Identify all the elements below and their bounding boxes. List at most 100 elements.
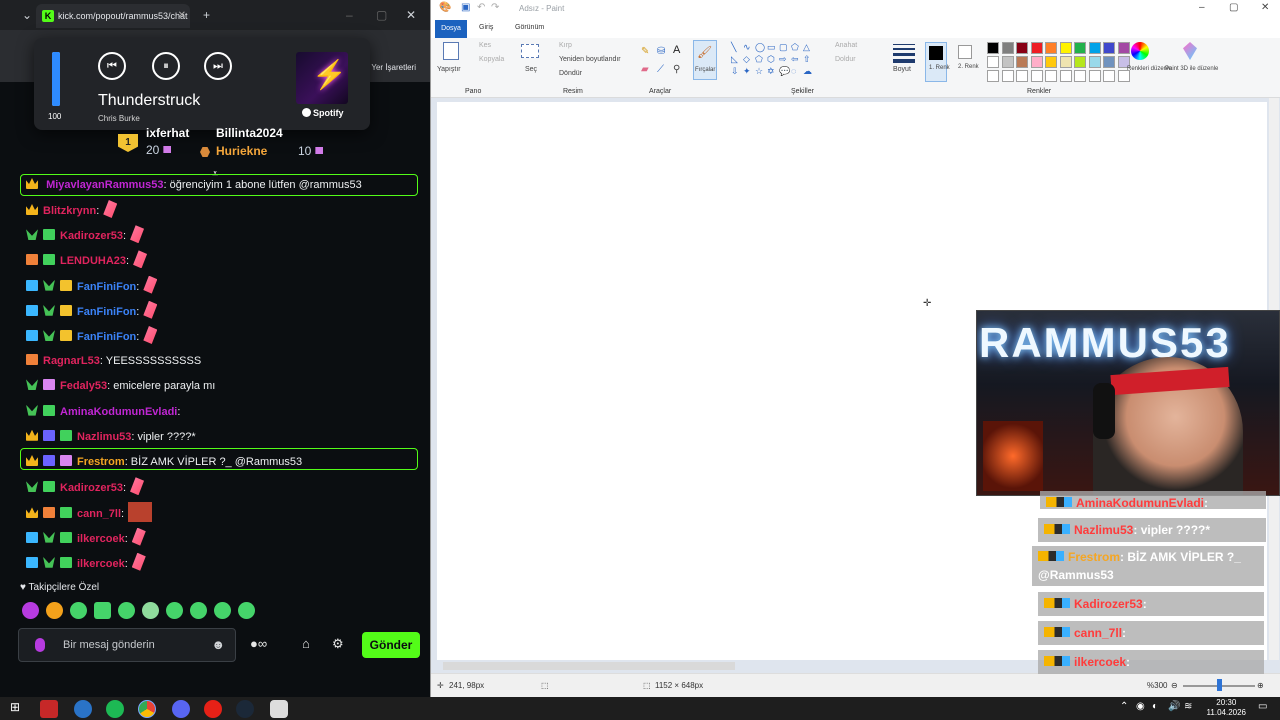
paste-icon[interactable] bbox=[443, 42, 459, 60]
maximize-icon[interactable]: ▢ bbox=[1229, 2, 1238, 13]
brushes-button[interactable]: 🖌 Fırçalar bbox=[693, 40, 717, 80]
arrow-left-shape-icon[interactable]: ⇦ bbox=[791, 54, 799, 65]
cut-button[interactable]: Kes bbox=[479, 42, 491, 49]
volume-slider[interactable] bbox=[52, 52, 60, 106]
palette-empty-slot[interactable] bbox=[1103, 70, 1115, 82]
chat-username[interactable]: cann_7ll bbox=[77, 508, 121, 520]
zoom-out-button[interactable]: ⊖ bbox=[1171, 681, 1178, 690]
bookmarks-label[interactable]: Yer İşaretleri bbox=[371, 63, 416, 72]
users-icon[interactable]: ●∞ bbox=[250, 636, 267, 651]
star6-shape-icon[interactable]: ✡ bbox=[767, 66, 775, 77]
oval-shape-icon[interactable]: ◯ bbox=[755, 42, 765, 53]
palette-color[interactable] bbox=[1001, 42, 1014, 54]
windows-start-icon[interactable]: ⊞ bbox=[10, 700, 20, 714]
close-icon[interactable]: ✕ bbox=[178, 4, 186, 28]
emote-icon[interactable] bbox=[238, 602, 255, 619]
store-icon[interactable]: ⌂ bbox=[302, 636, 310, 651]
pause-button[interactable]: ⏸ bbox=[152, 52, 180, 80]
emote-icon[interactable] bbox=[70, 602, 87, 619]
tab-file[interactable]: Dosya bbox=[435, 20, 467, 38]
resize-button[interactable]: Yeniden boyutlandır bbox=[559, 56, 621, 63]
palette-color[interactable] bbox=[1045, 56, 1057, 68]
redo-icon[interactable]: ↷ bbox=[491, 2, 499, 13]
new-tab-button[interactable]: + bbox=[203, 0, 210, 30]
triangle-shape-icon[interactable]: △ bbox=[803, 42, 810, 53]
chat-username[interactable]: FanFiniFon bbox=[77, 306, 136, 318]
star4-shape-icon[interactable]: ✦ bbox=[743, 66, 751, 77]
chat-username[interactable]: RagnarL53 bbox=[43, 355, 100, 367]
tab-kick-chat[interactable]: K kick.com/popout/rammus53/chat ✕ bbox=[36, 4, 190, 28]
palette-color[interactable] bbox=[1074, 56, 1086, 68]
maximize-icon[interactable]: ▢ bbox=[376, 0, 387, 30]
network-icon[interactable]: ◉ bbox=[1136, 701, 1145, 712]
star5-shape-icon[interactable]: ☆ bbox=[755, 66, 763, 77]
size-icon[interactable] bbox=[893, 44, 915, 64]
save-icon[interactable]: ▣ bbox=[461, 2, 470, 13]
palette-color[interactable] bbox=[1117, 42, 1130, 54]
crop-button[interactable]: Kırp bbox=[559, 42, 572, 49]
tab-view[interactable]: Görünüm bbox=[515, 24, 544, 31]
eraser-icon[interactable]: ▰ bbox=[641, 64, 649, 75]
close-window-icon[interactable]: ✕ bbox=[406, 0, 416, 30]
right-triangle-shape-icon[interactable]: ◺ bbox=[731, 54, 738, 65]
emote-icon[interactable] bbox=[94, 602, 111, 619]
palette-color[interactable] bbox=[1030, 56, 1043, 68]
color1-button[interactable]: 1. Renk bbox=[925, 42, 950, 82]
app-icon[interactable] bbox=[40, 700, 58, 718]
palette-color[interactable] bbox=[1088, 56, 1101, 68]
steam-icon[interactable] bbox=[236, 700, 254, 718]
chat-username[interactable]: ilkercoek bbox=[77, 533, 125, 545]
palette-color[interactable] bbox=[987, 42, 999, 54]
paint-taskbar-icon[interactable] bbox=[270, 700, 288, 718]
chat-input[interactable]: Bir mesaj gönderin ☻ bbox=[18, 628, 236, 662]
chat-username[interactable]: Fedaly53 bbox=[60, 380, 107, 392]
emote-icon[interactable] bbox=[214, 602, 231, 619]
chat-username[interactable]: ilkercoek bbox=[77, 558, 125, 570]
spotify-icon[interactable] bbox=[106, 700, 124, 718]
select-icon[interactable] bbox=[521, 44, 539, 58]
rotate-button[interactable]: Döndür bbox=[559, 70, 582, 77]
palette-color[interactable] bbox=[1088, 42, 1101, 54]
emote-icon[interactable] bbox=[166, 602, 183, 619]
zoom-slider-knob[interactable] bbox=[1217, 679, 1222, 691]
edit-colors-icon[interactable] bbox=[1131, 42, 1149, 60]
chat-username[interactable]: Kadirozer53 bbox=[60, 230, 123, 242]
paste-button[interactable]: Yapıştır bbox=[437, 66, 461, 73]
magnifier-icon[interactable]: ⚲ bbox=[673, 64, 680, 75]
palette-color[interactable] bbox=[987, 56, 999, 68]
chat-username[interactable]: FanFiniFon bbox=[77, 331, 136, 343]
emote-icon[interactable] bbox=[46, 602, 63, 619]
palette-color[interactable] bbox=[1001, 56, 1014, 68]
close-window-icon[interactable]: ✕ bbox=[1261, 2, 1269, 13]
palette-empty-slot[interactable] bbox=[1074, 70, 1086, 82]
palette-color[interactable] bbox=[1074, 42, 1086, 54]
chat-username[interactable]: LENDUHA23 bbox=[60, 255, 126, 267]
palette-color[interactable] bbox=[1103, 42, 1115, 54]
chat-username[interactable]: MiyavlayanRammus53 bbox=[46, 179, 163, 191]
copy-button[interactable]: Kopyala bbox=[479, 56, 504, 63]
callout-rect-shape-icon[interactable]: 💬 bbox=[779, 66, 790, 77]
chrome-icon[interactable] bbox=[138, 700, 156, 718]
tray-chevron-icon[interactable]: ⌃ bbox=[1120, 701, 1128, 712]
tab-home[interactable]: Giriş bbox=[479, 24, 493, 31]
send-button[interactable]: Gönder bbox=[362, 632, 420, 658]
headset-icon[interactable]: ◐ bbox=[1152, 701, 1158, 712]
chat-username[interactable]: Kadirozer53 bbox=[60, 482, 123, 494]
arrow-up-shape-icon[interactable]: ⇧ bbox=[803, 54, 811, 65]
curve-shape-icon[interactable]: ∿ bbox=[743, 42, 751, 53]
size-button[interactable]: Boyut bbox=[893, 66, 911, 73]
clock[interactable]: 20:30 11.04.2026 bbox=[1207, 698, 1246, 718]
outline-button[interactable]: Anahat bbox=[835, 42, 857, 49]
palette-color[interactable] bbox=[1030, 42, 1043, 54]
palette-empty-slot[interactable] bbox=[1030, 70, 1043, 82]
palette-color[interactable] bbox=[1103, 56, 1115, 68]
emoji-icon[interactable]: ☻ bbox=[211, 637, 225, 652]
settings-icon[interactable]: ⚙ bbox=[332, 636, 344, 652]
callout-oval-shape-icon[interactable]: ◌ bbox=[791, 66, 796, 76]
chat-username[interactable]: FanFiniFon bbox=[77, 281, 136, 293]
minimize-icon[interactable]: – bbox=[1199, 2, 1205, 13]
emote-icon[interactable] bbox=[190, 602, 207, 619]
fill-button[interactable]: Doldur bbox=[835, 56, 856, 63]
palette-empty-slot[interactable] bbox=[1059, 70, 1072, 82]
arrow-right-shape-icon[interactable]: ⇨ bbox=[779, 54, 787, 65]
